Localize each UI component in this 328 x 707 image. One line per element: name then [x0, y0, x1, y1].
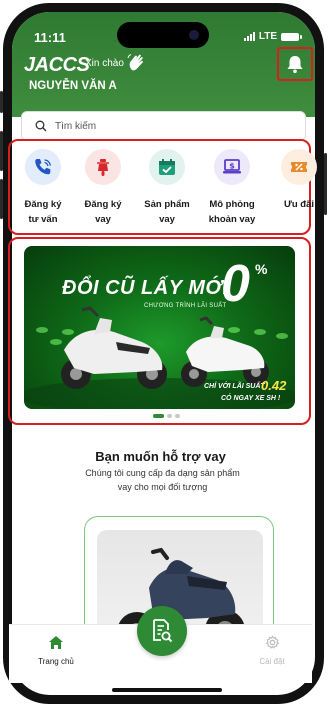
svg-text:$: $	[229, 161, 235, 170]
user-name: NGUYỄN VĂN A	[29, 80, 117, 92]
carousel-indicator[interactable]	[153, 414, 180, 418]
bell-icon	[287, 56, 303, 74]
carousel-dot[interactable]	[167, 414, 172, 418]
network-label: LTE	[258, 31, 277, 42]
waving-hand-icon	[127, 54, 143, 71]
menu-label-line2: vay	[95, 214, 111, 225]
section-description: Chúng tôi cung cấp đa dạng sản phẩm vay …	[85, 468, 240, 492]
menu-icon-bg	[149, 149, 185, 185]
camera-icon	[189, 30, 199, 40]
calendar-check-icon	[159, 159, 175, 175]
quick-menu: Đăng ký tư vấn Đăng ký vay Sản phẩm vay	[8, 139, 317, 235]
search-input[interactable]: Tìm kiếm	[21, 111, 306, 141]
carousel-dot-active[interactable]	[153, 414, 164, 418]
menu-label-line1: Đăng ký	[24, 199, 62, 210]
search-icon	[35, 120, 47, 132]
banner-title: ĐỔI CŨ LẤY MỚI	[62, 277, 229, 299]
dynamic-island	[117, 22, 209, 48]
status-time: 11:11	[34, 30, 66, 45]
loan-application-fab[interactable]	[137, 606, 187, 656]
menu-icon-bg	[281, 149, 317, 185]
notification-bell-button[interactable]	[277, 47, 313, 81]
gear-icon	[265, 635, 279, 649]
menu-icon-bg	[25, 149, 61, 185]
menu-item-consult[interactable]: Đăng ký tư vấn	[13, 149, 73, 227]
menu-label-line2: khoản vay	[208, 214, 256, 225]
phone-call-icon	[35, 159, 51, 175]
promo-carousel[interactable]: ĐỔI CŨ LẤY MỚI CHƯƠNG TRÌNH LÃI SUẤT 0 %…	[8, 237, 311, 425]
menu-icon-bg	[85, 149, 121, 185]
volume-up-button	[0, 131, 3, 171]
scooter-icon	[97, 159, 109, 176]
status-indicators: LTE	[243, 31, 302, 42]
document-search-icon	[153, 619, 173, 643]
menu-item-loan-products[interactable]: Sản phẩm vay	[137, 149, 197, 227]
menu-label-line2: tư vấn	[28, 214, 58, 225]
nav-settings-label: Cài đặt	[259, 657, 285, 666]
greeting-text: Xin chào	[85, 58, 124, 69]
menu-item-loan-simulator[interactable]: $ Mô phỏng khoản vay	[202, 149, 262, 227]
banner-percent-sign: %	[255, 261, 268, 277]
volume-down-button	[0, 179, 3, 219]
menu-icon-bg: $	[214, 149, 250, 185]
signal-icon	[243, 32, 255, 41]
banner-zero-percent: 0	[221, 255, 250, 313]
app-header: 11:11 LTE JACCS Xin chào NGUYỄN VĂN A	[12, 12, 315, 117]
section-title: Bạn muốn hỗ trợ vay	[95, 449, 226, 464]
banner-subtitle: CHƯƠNG TRÌNH LÃI SUẤT	[144, 303, 227, 309]
carousel-dot[interactable]	[175, 414, 180, 418]
menu-item-register-loan[interactable]: Đăng ký vay	[73, 149, 133, 227]
menu-label-line1: Mô phỏng	[209, 199, 255, 210]
laptop-dollar-icon: $	[223, 159, 241, 174]
search-placeholder: Tìm kiếm	[55, 120, 97, 132]
nav-settings[interactable]: Cài đặt	[247, 635, 297, 666]
voucher-icon	[291, 162, 307, 172]
banner-rate-suffix: CÓ NGAY XE SH !	[221, 395, 281, 402]
nav-home[interactable]: Trang chủ	[31, 635, 81, 666]
menu-label-line2: vay	[159, 214, 175, 225]
battery-icon	[281, 32, 302, 41]
home-indicator	[112, 688, 222, 692]
menu-label-line1: Ưu đãi	[283, 199, 315, 210]
menu-label-line1: Đăng ký	[84, 199, 122, 210]
side-button	[0, 91, 3, 113]
home-icon	[49, 636, 63, 649]
banner-rate-value: 0.42	[261, 378, 287, 393]
promo-banner[interactable]: ĐỔI CŨ LẤY MỚI CHƯƠNG TRÌNH LÃI SUẤT 0 %…	[24, 246, 295, 409]
nav-home-label: Trang chủ	[38, 657, 74, 666]
menu-item-promotions[interactable]: Ưu đãi	[269, 149, 328, 212]
menu-label-line1: Sản phẩm	[144, 199, 190, 210]
brand-logo: JACCS	[24, 54, 90, 76]
banner-rate-prefix: CHỈ VỚI LÃI SUẤT	[204, 383, 265, 390]
